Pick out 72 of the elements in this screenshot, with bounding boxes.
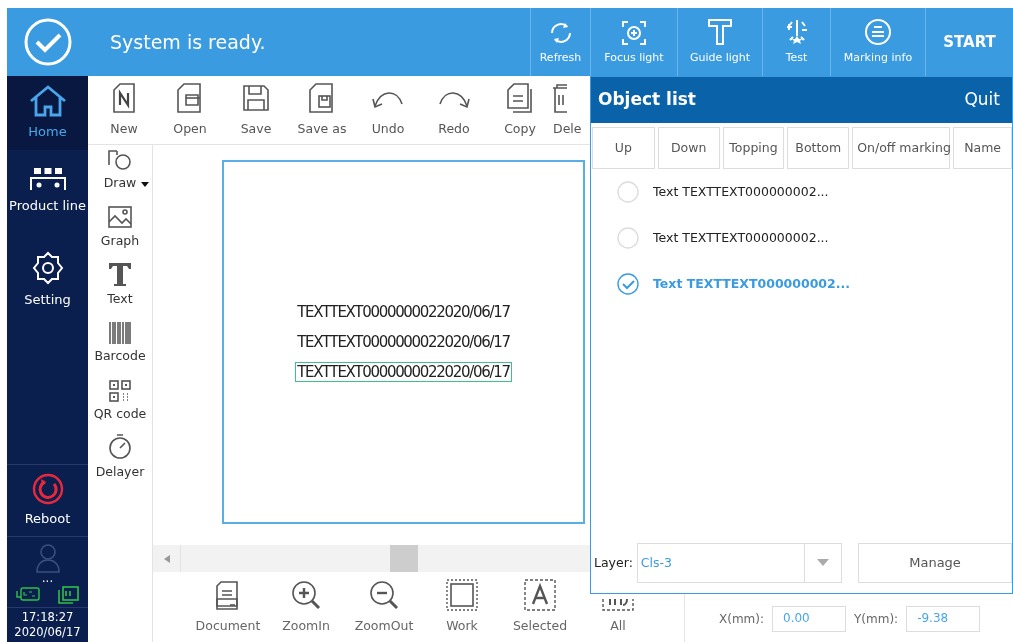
nav-item[interactable]: Product line xyxy=(7,158,88,234)
manage-button[interactable]: Manage xyxy=(858,543,1012,583)
tool-button[interactable]: Barcode xyxy=(88,312,152,370)
toolbar-button[interactable]: Open xyxy=(157,76,223,144)
left-triangle-icon xyxy=(163,554,170,563)
picture-icon xyxy=(107,204,133,229)
toolbar-button[interactable]: Work xyxy=(423,572,501,642)
user-silhouette-icon xyxy=(34,543,61,573)
letter-t-icon xyxy=(707,17,733,46)
panel-button[interactable]: On/off marking xyxy=(852,127,951,169)
toolbar-button[interactable]: ZoomIn xyxy=(267,572,345,642)
qr-code-icon xyxy=(109,380,131,402)
canvas-text[interactable]: TEXTTEXT0000000022020/06/17 xyxy=(295,302,512,322)
power-restart-icon xyxy=(31,472,64,505)
letter-t-icon xyxy=(107,260,133,287)
object-item[interactable]: Text TEXTTEXT000000002... xyxy=(617,181,1012,203)
dashed-frame-icon xyxy=(602,599,634,612)
conveyor-icon xyxy=(27,166,68,192)
tool-button[interactable]: QR code xyxy=(88,370,152,428)
toolbar-button[interactable]: Dele xyxy=(553,76,587,144)
trash-icon xyxy=(553,82,567,113)
panel-button[interactable]: Topping xyxy=(722,127,785,169)
tool-button[interactable]: Graph xyxy=(88,196,152,255)
focus-icon xyxy=(621,19,647,46)
dashed-letter-a-icon xyxy=(524,579,556,612)
reboot-button[interactable]: Reboot xyxy=(7,463,88,537)
shapes-icon xyxy=(107,149,133,171)
toolbar-button[interactable]: Save as xyxy=(289,76,355,144)
toolbar-button[interactable]: Document xyxy=(189,572,267,642)
toolbar-button[interactable]: Save xyxy=(223,76,289,144)
user-name: ... xyxy=(40,573,55,583)
clock-date: 2020/06/17 xyxy=(13,625,82,640)
clock-time: 17:18:27 xyxy=(20,610,75,625)
stopwatch-icon xyxy=(107,431,133,460)
toolbar-button[interactable]: Redo xyxy=(421,76,487,144)
folder-file-icon xyxy=(176,82,204,113)
info-circle-icon xyxy=(864,17,892,46)
toolbar-button[interactable]: Copy xyxy=(487,76,553,144)
barcode-icon xyxy=(108,322,132,345)
object-item[interactable]: Text TEXTTEXT000000002... xyxy=(617,227,1012,249)
toolbar-button[interactable]: Undo xyxy=(355,76,421,144)
network-icon xyxy=(57,586,80,604)
canvas-text[interactable]: TEXTTEXT0000000022020/06/17 xyxy=(295,332,512,352)
canvas-text[interactable]: TEXTTEXT0000000022020/06/17 xyxy=(295,362,512,382)
status-message: System is ready. xyxy=(110,29,266,55)
usb-icon xyxy=(15,586,40,602)
tool-button[interactable]: Draw xyxy=(88,145,152,197)
field-label: Y(mm): xyxy=(854,611,899,628)
scrollbar-thumb[interactable] xyxy=(390,545,418,572)
new-file-icon xyxy=(113,82,135,113)
panel-button[interactable]: Name xyxy=(953,127,1012,169)
layer-label: Layer: xyxy=(594,553,633,572)
zoom-in-icon xyxy=(290,579,322,612)
panel-title: Object list xyxy=(598,88,696,112)
tool-button[interactable]: Delayer xyxy=(88,427,152,486)
nav-item[interactable]: Setting xyxy=(7,242,88,318)
check-circle-icon xyxy=(22,17,73,67)
toolbar-button[interactable]: Selected xyxy=(501,572,579,642)
panel-button[interactable]: Down xyxy=(657,127,720,169)
field-label: X(mm): xyxy=(719,611,764,628)
quit-button[interactable]: Quit xyxy=(964,87,1000,113)
file-floppy-icon xyxy=(308,82,336,113)
zoom-out-icon xyxy=(368,579,400,612)
copy-document-icon xyxy=(507,82,533,113)
dashed-square-icon xyxy=(446,579,478,612)
panel-button[interactable]: Up xyxy=(592,127,655,169)
nav-item[interactable]: Home xyxy=(7,76,88,150)
dropdown-caret-icon xyxy=(817,559,830,567)
toolbar-button[interactable]: ZoomOut xyxy=(345,572,423,642)
tool-button[interactable]: Text xyxy=(88,254,152,313)
panel-button[interactable]: Bottom xyxy=(787,127,850,169)
toolbar-button[interactable]: New xyxy=(91,76,157,144)
